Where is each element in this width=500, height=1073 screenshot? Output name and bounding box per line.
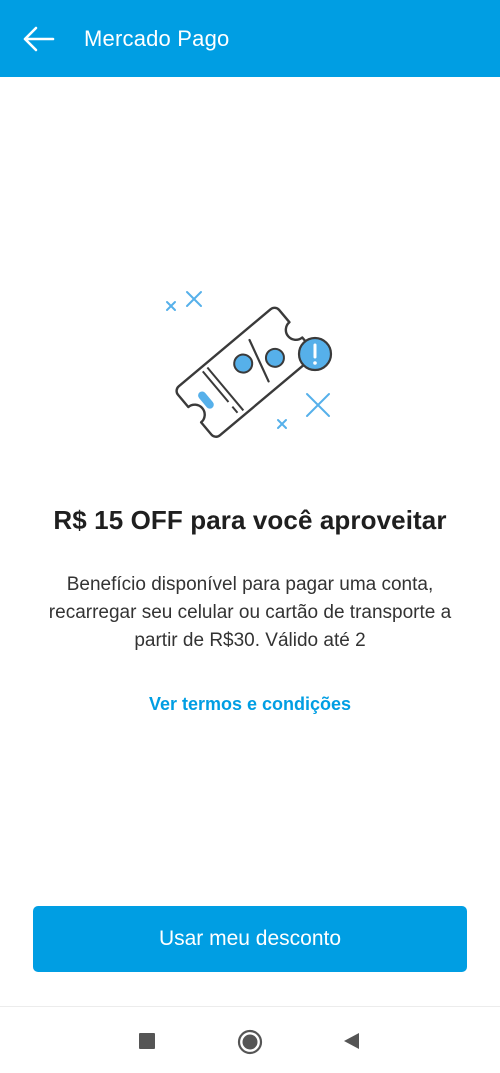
back-button[interactable]	[18, 20, 58, 58]
arrow-left-icon	[23, 26, 55, 52]
offer-headline: R$ 15 OFF para você aproveitar	[53, 505, 447, 535]
discount-ticket-icon	[166, 291, 333, 438]
triangle-back-icon	[344, 1033, 359, 1049]
discount-ticket-illustration	[155, 262, 345, 452]
circle-home-icon	[237, 1029, 263, 1055]
offer-description: Benefício disponível para pagar uma cont…	[48, 574, 452, 651]
use-discount-button[interactable]: Usar meu desconto	[33, 906, 467, 972]
square-recents-icon	[139, 1033, 155, 1049]
app-bar: Mercado Pago	[0, 0, 500, 77]
app-title: Mercado Pago	[84, 26, 230, 51]
recents-button[interactable]	[135, 1029, 159, 1053]
back-nav-button[interactable]	[340, 1029, 364, 1053]
system-navigation-bar	[0, 1006, 500, 1073]
terms-link[interactable]: Ver termos e condições	[0, 690, 500, 718]
home-button[interactable]	[237, 1029, 263, 1055]
